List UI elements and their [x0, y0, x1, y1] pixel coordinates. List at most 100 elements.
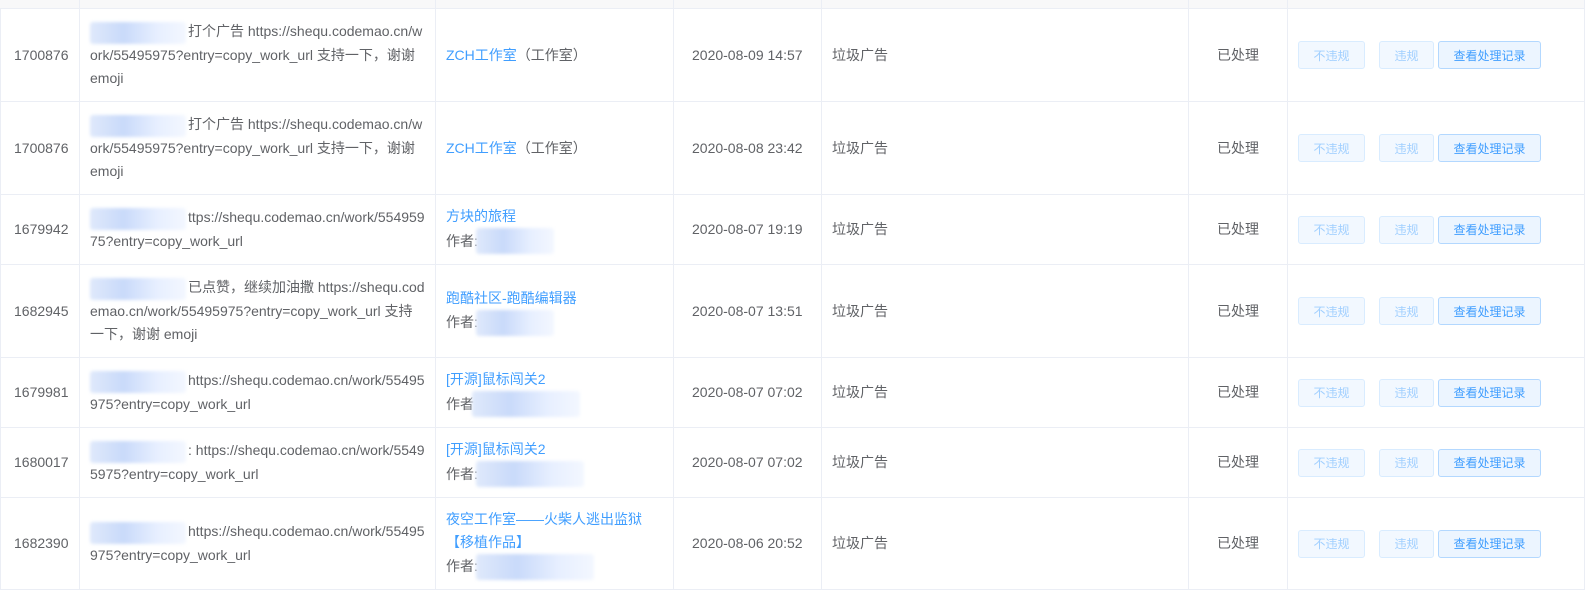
report-time: 2020-08-08 23:42 [674, 102, 822, 194]
comment-content: 打个广告 https://shequ.codemao.cn/work/55495… [90, 21, 423, 86]
report-id: 1679942 [0, 195, 80, 264]
comment-content-cell: https://shequ.codemao.cn/work/55495975?e… [80, 498, 436, 589]
work-link[interactable]: [开源]鼠标闯关2 [446, 441, 546, 457]
comment-content: 打个广告 https://shequ.codemao.cn/work/55495… [90, 114, 423, 179]
redacted-username [90, 277, 186, 300]
not-violate-button[interactable]: 不违规 [1298, 378, 1365, 407]
work-cell: 夜空工作室——火柴人逃出监狱【移植作品】 作者: [436, 498, 674, 589]
report-reason: 垃圾广告 [822, 195, 1189, 264]
report-time: 2020-08-07 19:19 [674, 195, 822, 264]
status-badge: 已处理 [1189, 498, 1288, 589]
comment-content: ttps://shequ.codemao.cn/work/55495975?en… [90, 207, 425, 249]
report-table: 1700876 打个广告 https://shequ.codemao.cn/wo… [0, 0, 1585, 595]
not-violate-button[interactable]: 不违规 [1298, 134, 1365, 162]
status-badge: 已处理 [1189, 265, 1288, 357]
redacted-username [90, 440, 186, 463]
violate-button[interactable]: 违规 [1379, 378, 1434, 407]
work-link[interactable]: 方块的旅程 [446, 208, 516, 224]
comment-content-cell: 打个广告 https://shequ.codemao.cn/work/55495… [80, 9, 436, 101]
comment-content-cell: ttps://shequ.codemao.cn/work/55495975?en… [80, 195, 436, 264]
redacted-username [90, 21, 186, 44]
comment-content-cell: : https://shequ.codemao.cn/work/55495975… [80, 428, 436, 497]
not-violate-button[interactable]: 不违规 [1298, 297, 1365, 325]
report-reason: 垃圾广告 [822, 102, 1189, 194]
view-record-button[interactable]: 查看处理记录 [1438, 378, 1541, 407]
table-header-edge [0, 0, 1585, 9]
report-reason: 垃圾广告 [822, 358, 1189, 427]
work-link[interactable]: 夜空工作室——火柴人逃出监狱【移植作品】 [446, 508, 663, 554]
report-reason: 垃圾广告 [822, 498, 1189, 589]
view-record-button[interactable]: 查看处理记录 [1438, 297, 1541, 325]
report-time: 2020-08-07 13:51 [674, 265, 822, 357]
report-time: 2020-08-06 20:52 [674, 498, 822, 589]
work-cell: ZCH工作室（工作室） [436, 102, 674, 194]
table-row: 1682390 https://shequ.codemao.cn/work/55… [0, 498, 1585, 590]
comment-content: https://shequ.codemao.cn/work/55495975?e… [90, 521, 425, 563]
report-id: 1682390 [0, 498, 80, 589]
comment-content-cell: 打个广告 https://shequ.codemao.cn/work/55495… [80, 102, 436, 194]
actions-cell: 不违规 违规 查看处理记录 [1288, 265, 1585, 357]
work-type: （工作室） [516, 139, 587, 156]
author-label: 作者: [446, 558, 478, 574]
view-record-button[interactable]: 查看处理记录 [1438, 134, 1541, 162]
comment-content: : https://shequ.codemao.cn/work/55495975… [90, 440, 425, 482]
work-link[interactable]: [开源]鼠标闯关2 [446, 371, 546, 387]
view-record-button[interactable]: 查看处理记录 [1438, 215, 1541, 244]
report-time: 2020-08-07 07:02 [674, 358, 822, 427]
report-reason: 垃圾广告 [822, 265, 1189, 357]
report-time: 2020-08-07 07:02 [674, 428, 822, 497]
report-time: 2020-08-09 14:57 [674, 9, 822, 101]
status-badge: 已处理 [1189, 428, 1288, 497]
work-link[interactable]: ZCH工作室 [446, 140, 517, 156]
redacted-author [475, 228, 554, 254]
redacted-author [472, 391, 580, 417]
violate-button[interactable]: 违规 [1379, 41, 1434, 69]
status-badge: 已处理 [1189, 195, 1288, 264]
violate-button[interactable]: 违规 [1379, 529, 1434, 558]
redacted-author [475, 553, 594, 580]
violate-button[interactable]: 违规 [1379, 134, 1434, 162]
work-cell: [开源]鼠标闯关2 作者: [436, 428, 674, 497]
report-id: 1700876 [0, 9, 80, 101]
author-label: 作者: [446, 232, 478, 249]
comment-content-cell: https://shequ.codemao.cn/work/55495975?e… [80, 358, 436, 427]
not-violate-button[interactable]: 不违规 [1298, 448, 1365, 477]
actions-cell: 不违规 违规 查看处理记录 [1288, 195, 1585, 264]
report-id: 1682945 [0, 265, 80, 357]
view-record-button[interactable]: 查看处理记录 [1438, 448, 1541, 477]
report-reason: 垃圾广告 [822, 9, 1189, 101]
redacted-username [90, 207, 186, 230]
work-cell: 跑酷社区-跑酷编辑器 作者: [436, 265, 674, 357]
redacted-author [475, 461, 584, 487]
violate-button[interactable]: 违规 [1379, 297, 1434, 325]
actions-cell: 不违规 违规 查看处理记录 [1288, 428, 1585, 497]
violate-button[interactable]: 违规 [1379, 215, 1434, 244]
table-row: 1700876 打个广告 https://shequ.codemao.cn/wo… [0, 102, 1585, 195]
not-violate-button[interactable]: 不违规 [1298, 529, 1365, 558]
work-type: （工作室） [516, 46, 587, 63]
report-id: 1700876 [0, 102, 80, 194]
status-badge: 已处理 [1189, 102, 1288, 194]
report-id: 1680017 [0, 428, 80, 497]
view-record-button[interactable]: 查看处理记录 [1438, 41, 1541, 69]
status-badge: 已处理 [1189, 358, 1288, 427]
redacted-username [90, 370, 186, 393]
work-link[interactable]: ZCH工作室 [446, 47, 517, 63]
work-cell: [开源]鼠标闯关2 作者 [436, 358, 674, 427]
violate-button[interactable]: 违规 [1379, 448, 1434, 477]
author-label: 作者 [446, 395, 474, 412]
redacted-username [90, 521, 186, 544]
work-cell: 方块的旅程 作者: [436, 195, 674, 264]
not-violate-button[interactable]: 不违规 [1298, 41, 1365, 69]
table-row: 1679981 https://shequ.codemao.cn/work/55… [0, 358, 1585, 428]
view-record-button[interactable]: 查看处理记录 [1438, 529, 1541, 558]
work-link[interactable]: 跑酷社区-跑酷编辑器 [446, 290, 577, 306]
actions-cell: 不违规 违规 查看处理记录 [1288, 358, 1585, 427]
author-label: 作者: [446, 465, 478, 482]
actions-cell: 不违规 违规 查看处理记录 [1288, 498, 1585, 589]
table-row: 1700876 打个广告 https://shequ.codemao.cn/wo… [0, 9, 1585, 102]
not-violate-button[interactable]: 不违规 [1298, 215, 1365, 244]
redacted-username [90, 114, 186, 137]
comment-content: https://shequ.codemao.cn/work/55495975?e… [90, 370, 425, 412]
table-row: 1680017 : https://shequ.codemao.cn/work/… [0, 428, 1585, 498]
